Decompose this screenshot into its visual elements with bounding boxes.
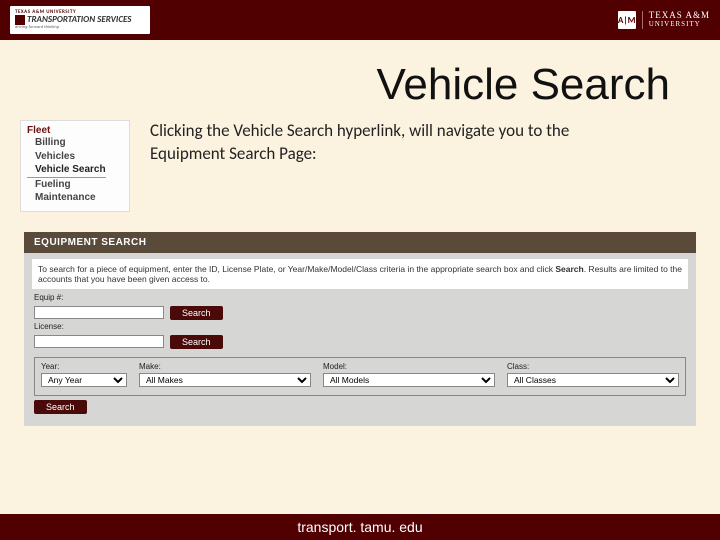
header-bar: TEXAS A&M UNIVERSITY TRANSPORTATION SERV…	[0, 0, 720, 40]
model-col: Model: All Models	[323, 362, 495, 387]
tamu-name2: UNIVERSITY	[649, 21, 710, 29]
model-label: Model:	[323, 362, 495, 371]
content-row: Fleet Billing Vehicles Vehicle Search Fu…	[0, 120, 720, 212]
license-label: License:	[34, 322, 696, 331]
criteria-search-button[interactable]: Search	[34, 400, 87, 414]
license-row: Search	[34, 335, 686, 349]
make-label: Make:	[139, 362, 311, 371]
page-title: Vehicle Search	[0, 60, 700, 110]
class-col: Class: All Classes	[507, 362, 679, 387]
equip-input[interactable]	[34, 306, 164, 319]
make-col: Make: All Makes	[139, 362, 311, 387]
atm-mark: A|M	[618, 11, 636, 29]
badge-line3: driving forward thinking	[15, 26, 145, 31]
badge-line2: TRANSPORTATION SERVICES	[15, 15, 145, 25]
transportation-services-badge: TEXAS A&M UNIVERSITY TRANSPORTATION SERV…	[10, 6, 150, 34]
make-select[interactable]: All Makes	[139, 373, 311, 387]
logo-divider	[642, 11, 643, 29]
criteria-search-row: Search	[34, 400, 686, 414]
equip-search-button[interactable]: Search	[170, 306, 223, 320]
class-select[interactable]: All Classes	[507, 373, 679, 387]
license-input[interactable]	[34, 335, 164, 348]
nav-head: Fleet	[27, 125, 121, 136]
panel-heading: EQUIPMENT SEARCH	[24, 232, 696, 253]
equipment-search-screenshot: EQUIPMENT SEARCH To search for a piece o…	[24, 232, 696, 426]
nav-item-maintenance: Maintenance	[27, 191, 121, 205]
license-search-button[interactable]: Search	[170, 335, 223, 349]
bus-icon	[15, 15, 25, 25]
equip-label: Equip #:	[34, 293, 696, 302]
search-hint: To search for a piece of equipment, ente…	[32, 259, 688, 289]
year-select[interactable]: Any Year	[41, 373, 127, 387]
equip-row: Search	[34, 306, 686, 320]
tamu-logo: A|M TEXAS A&M UNIVERSITY	[618, 11, 710, 29]
nav-item-billing: Billing	[27, 136, 121, 150]
footer-url: transport. tamu. edu	[0, 514, 720, 540]
model-select[interactable]: All Models	[323, 373, 495, 387]
year-col: Year: Any Year	[41, 362, 127, 387]
nav-item-vehicle-search[interactable]: Vehicle Search	[27, 163, 106, 178]
year-label: Year:	[41, 362, 127, 371]
nav-item-vehicles: Vehicles	[27, 150, 121, 164]
instruction-text: Clicking the Vehicle Search hyperlink, w…	[150, 120, 580, 212]
criteria-box: Year: Any Year Make: All Makes Model: Al…	[34, 357, 686, 396]
class-label: Class:	[507, 362, 679, 371]
fleet-nav-screenshot: Fleet Billing Vehicles Vehicle Search Fu…	[20, 120, 130, 212]
nav-item-fueling: Fueling	[27, 178, 121, 192]
